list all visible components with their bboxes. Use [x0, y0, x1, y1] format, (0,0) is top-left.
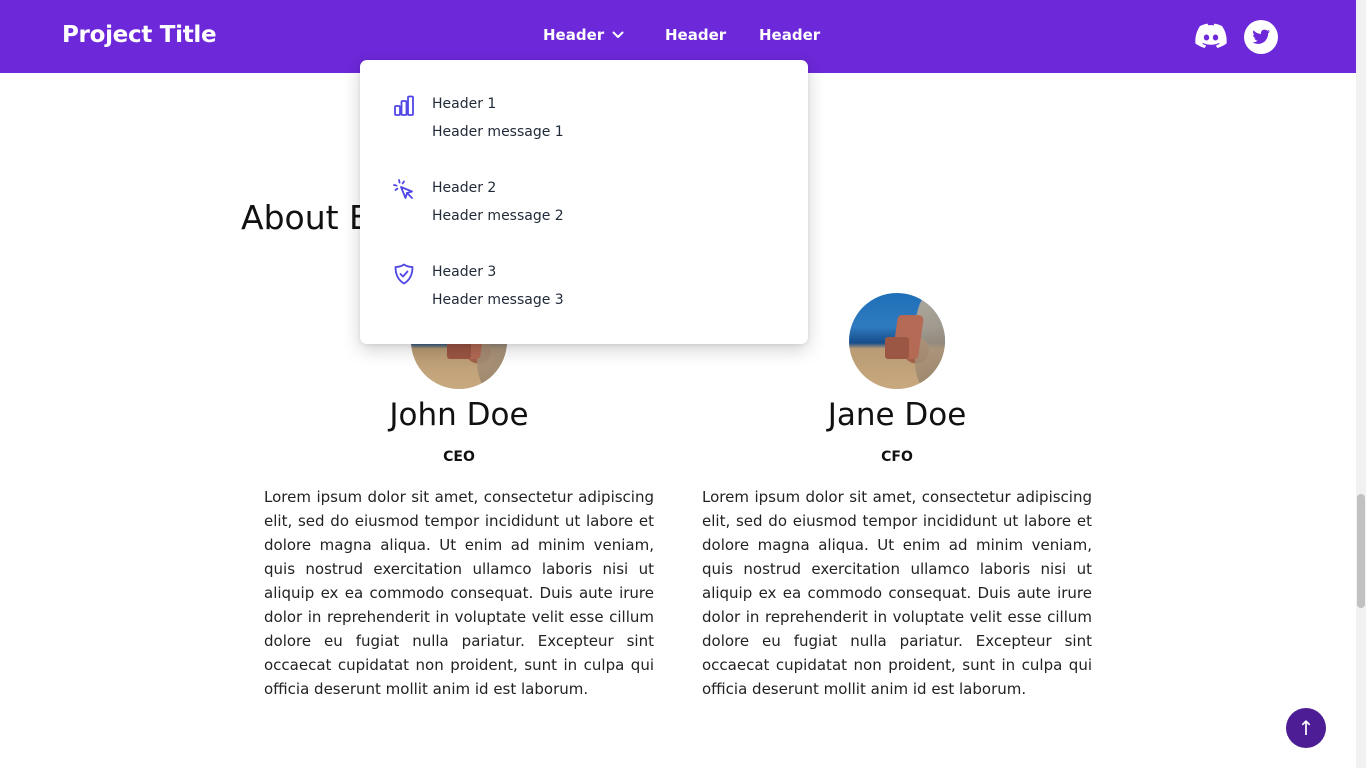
- cursor-click-icon: [393, 179, 413, 199]
- nav-item-header-3[interactable]: Header: [759, 26, 820, 44]
- dropdown-item-header-1[interactable]: Header 1 Header message 1: [360, 92, 808, 152]
- bar-chart-icon: [394, 95, 414, 116]
- member-name: John Doe: [389, 397, 529, 433]
- dropdown-item-message: Header message 1: [432, 124, 564, 140]
- dropdown-item-message: Header message 3: [432, 292, 564, 308]
- dropdown-item-title: Header 2: [432, 180, 497, 196]
- dropdown-item-title: Header 3: [432, 264, 497, 280]
- nav-item-header-2[interactable]: Header: [665, 26, 726, 44]
- dropdown-item-title: Header 1: [432, 96, 497, 112]
- nav-item-label: Header: [665, 26, 727, 44]
- twitter-icon[interactable]: [1243, 20, 1279, 54]
- discord-icon[interactable]: [1193, 20, 1229, 54]
- member-bio: Lorem ipsum dolor sit amet, consectetur …: [264, 488, 654, 698]
- shield-check-icon: [394, 263, 414, 285]
- back-to-top-button[interactable]: ↑: [1286, 708, 1326, 748]
- avatar: [849, 293, 945, 389]
- member-name: Jane Doe: [827, 397, 967, 433]
- dropdown-item-message: Header message 2: [432, 208, 564, 224]
- page-scrollbar-thumb[interactable]: [1357, 494, 1365, 608]
- member-bio: Lorem ipsum dolor sit amet, consectetur …: [702, 488, 1092, 698]
- header-dropdown-menu: Header 1 Header message 1 Header 2 Heade…: [360, 60, 808, 344]
- nav-item-label: Header: [543, 26, 605, 44]
- chevron-down-icon: [612, 31, 624, 38]
- dropdown-item-header-3[interactable]: Header 3 Header message 3: [360, 260, 808, 320]
- nav-item-label: Header: [759, 26, 821, 44]
- member-role: CEO: [443, 449, 475, 465]
- nav-item-header-dropdown[interactable]: Header: [543, 26, 624, 44]
- about-heading: About E: [241, 198, 370, 237]
- page-scrollbar-track[interactable]: [1356, 0, 1366, 768]
- dropdown-item-header-2[interactable]: Header 2 Header message 2: [360, 176, 808, 236]
- member-role: CFO: [881, 449, 913, 465]
- brand-title[interactable]: Project Title: [62, 22, 217, 48]
